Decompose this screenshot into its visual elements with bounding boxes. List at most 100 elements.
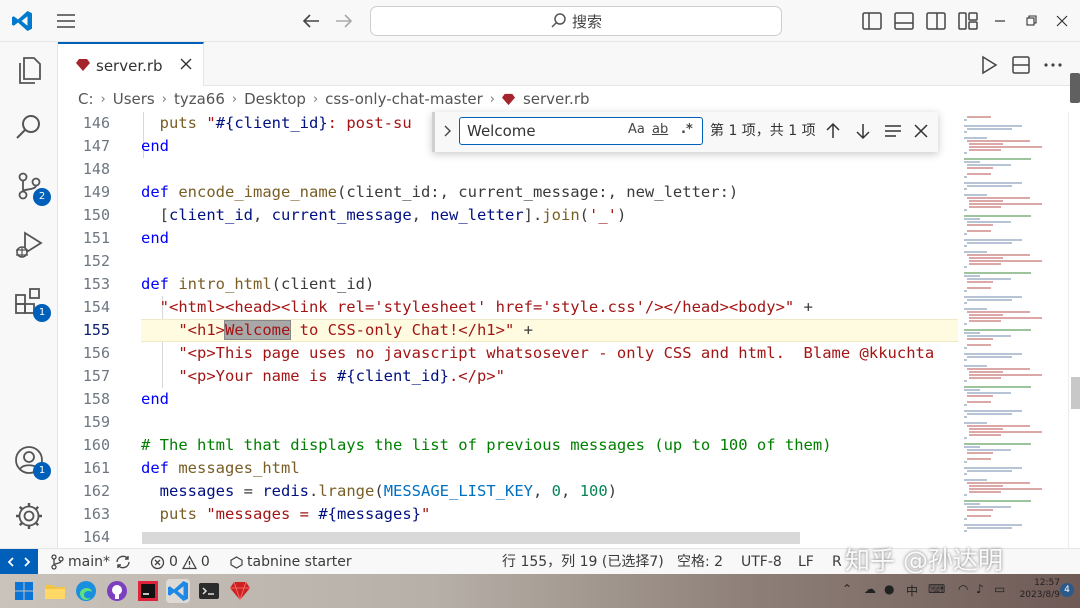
command-center-search[interactable]: 搜索 [370,6,782,36]
code-line: 152 [58,250,958,273]
minimap-line [964,329,1031,331]
end-of-line[interactable]: LF [798,549,814,575]
input-mode-icon[interactable]: ⌨ [928,582,945,596]
gear-icon[interactable] [11,498,47,534]
find-in-selection-icon[interactable] [883,121,903,141]
minimap-line [964,359,968,361]
files-icon[interactable] [11,52,47,88]
extensions-button[interactable]: 1 [11,284,51,322]
toggle-secondary-sidebar-icon[interactable] [924,9,948,33]
close-icon[interactable] [911,121,931,141]
problems-status[interactable]: 0 0 [150,549,210,575]
minimize-icon[interactable] [988,9,1012,33]
branch-status[interactable]: main* [50,549,132,575]
tabnine-label: tabnine starter [247,554,352,570]
run-icon[interactable] [978,54,1000,76]
minimap-line [964,347,968,349]
minimap-line [964,266,968,268]
match-case-toggle[interactable]: Aa [628,117,645,143]
minimap[interactable] [958,112,1062,548]
restore-icon[interactable] [1019,9,1043,33]
minimap-line [964,524,1022,526]
minimap-line [966,299,1012,301]
tabnine-icon [230,555,243,569]
input-language[interactable]: 中 [906,582,918,599]
windows-start-icon[interactable] [12,579,36,603]
minimap-line [966,242,1012,244]
minimap-line [964,194,987,196]
chevron-up-icon[interactable]: ⌃ [842,582,852,596]
run-debug-icon[interactable] [11,226,47,262]
breadcrumb-item[interactable]: css-only-chat-master [325,90,483,108]
minimap-line [969,374,1043,376]
forward-arrow-icon[interactable] [333,10,355,32]
sync-icon[interactable] [114,554,132,570]
indentation[interactable]: 空格: 2 [677,549,723,575]
language-mode[interactable]: R [832,549,842,575]
breadcrumb-item[interactable]: tyza66 [174,90,225,108]
file-explorer-icon[interactable] [43,579,67,603]
toggle-panel-icon[interactable] [892,9,916,33]
toggle-primary-sidebar-icon[interactable] [860,9,884,33]
breadcrumb-item[interactable]: Desktop [244,90,306,108]
minimap-line [966,392,1011,394]
code-editor[interactable]: 146 puts "#{client_id}: post-su 147 end … [58,112,958,548]
volume-icon[interactable]: ♪ [976,582,984,596]
minimap-line [964,389,980,391]
vscode-icon[interactable] [166,579,190,603]
tab-server-rb[interactable]: server.rb [58,42,204,86]
customize-layout-icon[interactable] [956,9,980,33]
cursor-position[interactable]: 行 155，列 19 (已选择7) [502,549,664,575]
tabnine-status[interactable]: tabnine starter [230,549,352,575]
chevron-right-icon: › [312,91,319,107]
accounts-button[interactable]: 1 [11,442,51,480]
vscode-logo-icon[interactable] [10,9,34,33]
minimap-line [964,161,980,163]
minimap-line [966,254,1030,256]
close-icon[interactable] [178,56,194,72]
remote-indicator[interactable] [0,549,38,575]
minimap-line [964,245,968,247]
code-line: 154 "<html><head><link rel='stylesheet' … [58,296,958,319]
source-control-button[interactable]: 2 [11,168,51,206]
vertical-scrollbar[interactable] [1068,112,1080,548]
arrow-down-icon[interactable] [853,121,873,141]
battery-icon[interactable]: ▭ [994,582,1005,596]
ruby-gem-icon[interactable] [228,579,252,603]
menu-icon[interactable] [55,10,77,32]
wifi-icon[interactable]: ◠ [958,582,968,596]
github-desktop-icon[interactable] [105,579,129,603]
cloud-icon[interactable]: ☁ [864,582,876,596]
close-icon[interactable] [1050,9,1074,33]
minimap-line [964,152,968,154]
title-bar: 搜索 [0,0,1080,42]
minimap-line [964,443,1031,445]
search-icon[interactable] [11,110,47,146]
breadcrumb-item[interactable]: Users [113,90,155,108]
match-whole-word-toggle[interactable]: ab [652,117,668,143]
chevron-right-icon[interactable] [439,123,455,139]
breadcrumb-item[interactable]: C: [78,90,94,108]
breadcrumb-item[interactable]: server.rb [523,90,590,108]
clock[interactable]: 12:57 2023/8/9 [1014,577,1060,601]
chevron-right-icon: › [161,91,167,107]
split-editor-icon[interactable] [1010,54,1032,76]
terminal-icon[interactable] [197,579,221,603]
jetbrains-icon[interactable] [136,579,160,603]
arrow-up-icon[interactable] [823,121,843,141]
clock-date: 2023/8/9 [1019,590,1060,600]
encoding[interactable]: UTF-8 [741,549,782,575]
minimap-line [964,530,968,532]
notification-badge[interactable]: 4 [1060,583,1074,597]
regex-toggle[interactable]: .* [681,117,693,143]
minimap-line [966,344,992,346]
code-line: 163 puts "messages = #{messages}" [58,503,958,526]
edge-browser-icon[interactable] [74,579,98,603]
more-actions-icon[interactable] [1042,54,1064,76]
wechat-icon[interactable]: ● [884,582,894,596]
minimap-line [966,311,1030,313]
scrollbar-thumb[interactable] [1071,377,1080,409]
horizontal-scrollbar[interactable] [142,532,800,544]
back-arrow-icon[interactable] [300,10,322,32]
